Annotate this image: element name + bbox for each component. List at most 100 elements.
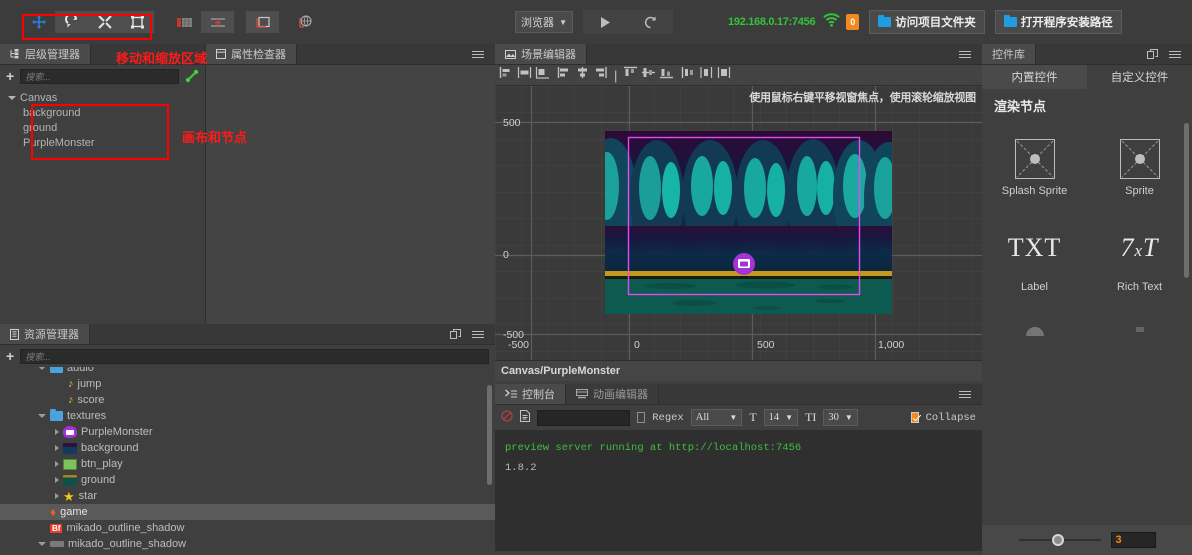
widget-item-partial-right[interactable] <box>1087 327 1192 336</box>
console-tabbar: 控制台 动画编辑器 <box>495 384 982 405</box>
scene-menu-icon[interactable] <box>956 50 974 58</box>
tab-hierarchy[interactable]: 层级管理器 <box>0 44 91 64</box>
widgets-menu-icon[interactable] <box>1166 50 1184 58</box>
zoom-slider-knob[interactable] <box>1051 534 1064 546</box>
log-level-select[interactable]: All ▼ <box>690 409 743 426</box>
align-bottom-button[interactable] <box>659 66 674 84</box>
tab-widget-library[interactable]: 控件库 <box>982 44 1036 64</box>
tab-animation-editor[interactable]: 动画编辑器 <box>566 384 659 404</box>
asset-row-textures[interactable]: textures <box>0 408 495 424</box>
tab-scene-editor[interactable]: 场景编辑器 <box>495 44 587 64</box>
add-node-button[interactable]: + <box>6 69 14 83</box>
asset-row-font-file[interactable]: mikado_outline_shadow <box>0 536 495 552</box>
tree-node-purplemonster[interactable]: PurpleMonster <box>0 135 205 150</box>
chevron-right-icon[interactable] <box>55 445 59 451</box>
tree-node-background[interactable]: background <box>0 105 205 120</box>
chevron-down-icon[interactable] <box>38 542 46 546</box>
rich-txt-glyph-icon: 7xT <box>1120 233 1159 262</box>
asset-row-audio[interactable]: audio <box>0 367 495 376</box>
console-log-output[interactable]: preview server running at http://localho… <box>495 430 982 551</box>
grid-tool-button[interactable] <box>168 11 201 33</box>
zoom-slider[interactable] <box>1018 534 1101 546</box>
asset-row-game[interactable]: ♦ game <box>0 504 495 520</box>
chevron-down-icon[interactable] <box>38 414 46 418</box>
assets-menu-icon[interactable] <box>469 330 487 338</box>
snap-tool-button[interactable] <box>201 11 234 33</box>
copy-console-button[interactable] <box>520 409 530 427</box>
widget-item-label[interactable]: TXT Label <box>982 233 1087 293</box>
popout-icon[interactable] <box>450 328 461 340</box>
link-chain-icon[interactable] <box>185 69 199 83</box>
align-top-button[interactable] <box>623 66 638 84</box>
widget-item-splash-sprite[interactable]: Splash Sprite <box>982 139 1087 197</box>
align-middle-button[interactable] <box>641 66 656 84</box>
global-tool-button[interactable] <box>289 11 322 33</box>
log-line: 1.8.2 <box>505 462 537 474</box>
align-left-button[interactable] <box>499 66 514 84</box>
asset-row-jump[interactable]: ♪ jump <box>0 376 495 392</box>
dist-right-button[interactable] <box>593 66 608 84</box>
font-size-select[interactable]: 14 ▼ <box>763 409 799 426</box>
open-project-folder-button[interactable]: 访问项目文件夹 <box>869 10 985 34</box>
asset-row-purplemonster[interactable]: PurpleMonster <box>0 424 495 440</box>
move-tool-button[interactable] <box>22 11 55 33</box>
chevron-right-icon[interactable] <box>55 477 59 483</box>
line-height-select[interactable]: 30 ▼ <box>823 409 858 426</box>
popout-icon[interactable] <box>1147 48 1158 60</box>
asset-row-btn-play[interactable]: btn_play <box>0 456 495 472</box>
play-button[interactable] <box>583 10 628 34</box>
asset-row-star[interactable]: ★ star <box>0 488 495 504</box>
widgets-scrollbar[interactable] <box>1184 123 1189 278</box>
scene-viewport[interactable]: 500 0 -500 -500 0 500 1,000 使用鼠标右键平移视窗焦点… <box>495 86 982 360</box>
dist-left-button[interactable] <box>557 66 572 84</box>
preview-target-select[interactable]: 浏览器 ▼ <box>515 11 573 33</box>
asset-row-background[interactable]: background <box>0 440 495 456</box>
rotate-tool-button[interactable] <box>55 11 88 33</box>
tab-property-inspector[interactable]: 属性检查器 <box>206 44 297 64</box>
tab-console[interactable]: 控制台 <box>495 384 566 404</box>
dist-middle-button[interactable] <box>699 66 714 84</box>
subtab-custom-widgets[interactable]: 自定义控件 <box>1087 65 1192 89</box>
tree-node-label: Canvas <box>20 91 58 104</box>
clear-console-button[interactable] <box>501 409 513 427</box>
error-count-badge[interactable]: 0 <box>846 14 860 30</box>
chevron-right-icon[interactable] <box>55 461 59 467</box>
pivot-tool-button[interactable] <box>246 11 279 33</box>
open-install-path-button[interactable]: 打开程序安装路径 <box>994 10 1122 34</box>
asset-row-font-bf[interactable]: Bf mikado_outline_shadow <box>0 520 495 536</box>
inspector-menu-icon[interactable] <box>469 50 487 58</box>
chevron-down-icon[interactable] <box>38 367 46 370</box>
rect-transform-tool-button[interactable] <box>121 11 154 33</box>
console-filter-input[interactable] <box>537 409 631 426</box>
tab-assets[interactable]: 资源管理器 <box>0 324 90 344</box>
asset-row-score[interactable]: ♪ score <box>0 392 495 408</box>
reload-button[interactable] <box>628 10 673 34</box>
chevron-right-icon[interactable] <box>55 429 59 435</box>
console-menu-icon[interactable] <box>956 390 974 398</box>
scale-tool-button[interactable] <box>88 11 121 33</box>
regex-checkbox[interactable] <box>637 412 646 423</box>
chevron-right-icon[interactable] <box>55 493 59 499</box>
align-right-button[interactable] <box>535 66 550 84</box>
subtab-builtin-widgets[interactable]: 内置控件 <box>982 65 1087 89</box>
asset-row-ground[interactable]: ground <box>0 472 495 488</box>
assets-search-input[interactable]: 搜索... <box>20 348 489 364</box>
tree-node-canvas[interactable]: Canvas <box>0 90 205 105</box>
zoom-value-field[interactable]: 3 <box>1110 532 1156 548</box>
dist-center-button[interactable] <box>575 66 590 84</box>
assets-tree[interactable]: audio ♪ jump ♪ score textures PurpleMons… <box>0 367 495 552</box>
widget-item-partial-left[interactable] <box>982 327 1087 336</box>
tree-node-ground[interactable]: ground <box>0 120 205 135</box>
chevron-down-icon[interactable] <box>8 95 16 100</box>
assets-scrollbar[interactable] <box>487 385 492 485</box>
dist-bottom-button[interactable] <box>717 66 732 84</box>
widget-item-rich-text[interactable]: 7xT Rich Text <box>1087 233 1192 293</box>
transform-tool-group <box>22 11 154 33</box>
align-center-h-button[interactable] <box>517 66 532 84</box>
add-asset-button[interactable]: + <box>6 349 14 363</box>
collapse-checkbox[interactable] <box>910 412 919 423</box>
hierarchy-search-input[interactable]: 搜索... <box>20 68 179 84</box>
widget-item-sprite[interactable]: Sprite <box>1087 139 1192 197</box>
dist-top-button[interactable] <box>681 66 696 84</box>
folder-icon <box>878 14 892 27</box>
